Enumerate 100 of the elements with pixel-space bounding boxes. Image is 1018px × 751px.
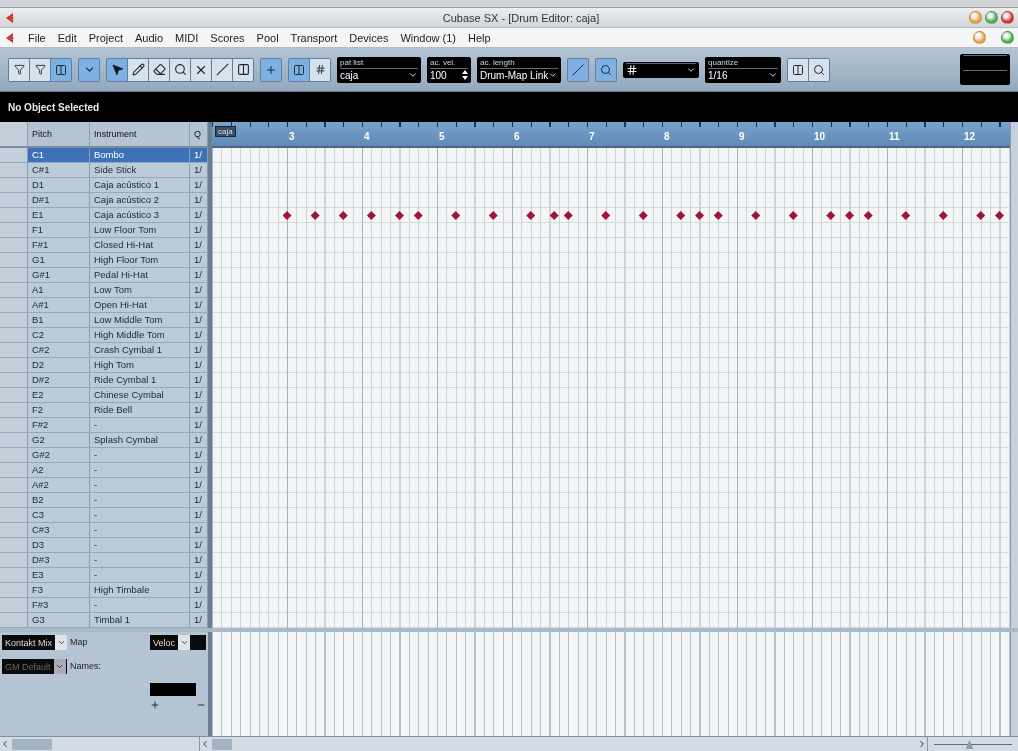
note-event[interactable] [676, 211, 686, 220]
drum-row[interactable]: G1 High Floor Tom 1/ [0, 253, 208, 268]
drum-row[interactable]: F#1 Closed Hi-Hat 1/ [0, 238, 208, 253]
maximize-button[interactable] [1001, 31, 1014, 44]
note-event[interactable] [695, 211, 704, 220]
edit-solo-button[interactable] [30, 58, 50, 81]
column-header[interactable]: Q [190, 122, 208, 146]
drum-row[interactable]: G3 Timbal 1 1/ [0, 613, 208, 628]
lane-value-field[interactable] [150, 683, 196, 696]
toolbar-field[interactable]: ac. vel. 100 [427, 56, 471, 83]
step-input-button[interactable] [310, 58, 330, 81]
column-header[interactable]: Instrument [90, 122, 190, 146]
menu-item[interactable]: Project [88, 31, 123, 44]
menu-item[interactable]: Audio [134, 31, 164, 44]
lane-dropdown[interactable]: Veloc [150, 635, 206, 650]
feedback-button[interactable] [51, 58, 71, 81]
info-toggle-button[interactable] [79, 58, 99, 81]
drum-row[interactable]: D1 Caja acústico 1 1/ [0, 178, 208, 193]
drum-row[interactable]: G2 Splash Cymbal 1/ [0, 433, 208, 448]
column-header[interactable]: Pitch [28, 122, 90, 146]
drum-row[interactable]: C1 Bombo 1/ [0, 148, 208, 163]
menu-item[interactable]: MIDI [175, 31, 199, 44]
drum-row[interactable]: D#1 Caja acústico 2 1/ [0, 193, 208, 208]
note-event[interactable] [549, 211, 559, 220]
note-event[interactable] [601, 211, 611, 220]
drum-row[interactable]: C2 High Middle Tom 1/ [0, 328, 208, 343]
maximize-button[interactable] [985, 11, 998, 24]
tool-button[interactable] [170, 58, 190, 81]
note-event[interactable] [995, 211, 1004, 220]
zoom-slider[interactable] [928, 737, 1018, 751]
tool-button[interactable] [128, 58, 148, 81]
close-button[interactable] [1001, 11, 1014, 24]
drum-row[interactable]: A1 Low Tom 1/ [0, 283, 208, 298]
tool-button[interactable] [212, 58, 232, 81]
horizontal-scrollbar[interactable] [200, 737, 928, 751]
drum-row[interactable]: D#2 Ride Cymbal 1 1/ [0, 373, 208, 388]
quantize-button[interactable] [596, 58, 616, 81]
map-dropdown[interactable]: Kontakt Mix [2, 635, 68, 650]
toolbar-field[interactable]: pat list caja [337, 56, 421, 83]
drum-row[interactable]: F2 Ride Bell 1/ [0, 403, 208, 418]
note-event[interactable] [563, 211, 573, 220]
minimize-button[interactable] [973, 31, 986, 44]
tool-button[interactable] [107, 58, 127, 81]
note-event[interactable] [863, 211, 873, 220]
drum-row[interactable]: G#2 - 1/ [0, 448, 208, 463]
drum-row[interactable]: C#3 - 1/ [0, 523, 208, 538]
drum-row[interactable]: E2 Chinese Cymbal 1/ [0, 388, 208, 403]
menu-item[interactable]: Edit [57, 31, 77, 44]
drum-row[interactable]: F#2 - 1/ [0, 418, 208, 433]
solo-button[interactable] [9, 58, 29, 81]
note-event[interactable] [788, 211, 798, 220]
note-event[interactable] [282, 211, 292, 220]
drum-row[interactable]: C#1 Side Stick 1/ [0, 163, 208, 178]
toolbar-field[interactable]: ac. length Drum-Map Link [477, 56, 561, 83]
drum-row[interactable]: A#2 - 1/ [0, 478, 208, 493]
note-event[interactable] [976, 211, 986, 220]
snap-button[interactable] [568, 58, 588, 81]
scrollbar-thumb[interactable] [12, 738, 52, 750]
note-event[interactable] [826, 211, 836, 220]
note-event[interactable] [395, 211, 404, 220]
drum-row[interactable]: F#3 - 1/ [0, 598, 208, 613]
drum-row[interactable]: F1 Low Floor Tom 1/ [0, 223, 208, 238]
drum-row[interactable]: C#2 Crash Cymbal 1 1/ [0, 343, 208, 358]
minimize-button[interactable] [969, 11, 982, 24]
quantize-dropdown[interactable]: quantize 1/16 [705, 56, 781, 83]
grid-type-dropdown[interactable] [623, 61, 699, 78]
note-event[interactable] [488, 211, 498, 220]
drum-row[interactable]: G#1 Pedal Hi-Hat 1/ [0, 268, 208, 283]
tool-button[interactable] [233, 58, 253, 81]
menu-item[interactable]: Scores [210, 31, 245, 44]
drum-row[interactable]: B1 Low Middle Tom 1/ [0, 313, 208, 328]
scrollbar-thumb[interactable] [212, 738, 232, 750]
vertical-scrollbar[interactable] [1010, 122, 1018, 628]
drum-row[interactable]: A#1 Open Hi-Hat 1/ [0, 298, 208, 313]
note-event[interactable] [413, 211, 423, 220]
drum-row[interactable]: E1 Caja acústico 3 1/ [0, 208, 208, 223]
drum-row[interactable]: E3 - 1/ [0, 568, 208, 583]
zoom-slider-thumb[interactable] [965, 740, 974, 749]
note-event[interactable] [310, 211, 320, 220]
note-event[interactable] [938, 211, 948, 220]
loop-button[interactable] [289, 58, 309, 81]
drum-row[interactable]: D3 - 1/ [0, 538, 208, 553]
drum-row[interactable]: F3 High Timbale 1/ [0, 583, 208, 598]
drum-row[interactable]: D2 High Tom 1/ [0, 358, 208, 373]
note-event[interactable] [451, 211, 461, 220]
menu-item[interactable]: Window (1) [400, 31, 457, 44]
menu-item[interactable]: Pool [256, 31, 279, 44]
menu-item[interactable]: Devices [349, 31, 389, 44]
color-button[interactable] [809, 58, 829, 81]
note-event[interactable] [638, 211, 648, 220]
note-event[interactable] [901, 211, 911, 220]
tool-button[interactable] [149, 58, 169, 81]
note-event[interactable] [366, 211, 376, 220]
plus-icon[interactable] [150, 700, 160, 710]
menu-item[interactable]: Transport [290, 31, 338, 44]
horizontal-scrollbar[interactable] [0, 737, 200, 751]
drum-row[interactable]: D#3 - 1/ [0, 553, 208, 568]
vertical-scrollbar[interactable] [1010, 632, 1018, 736]
note-event[interactable] [751, 211, 761, 220]
drum-row[interactable]: B2 - 1/ [0, 493, 208, 508]
